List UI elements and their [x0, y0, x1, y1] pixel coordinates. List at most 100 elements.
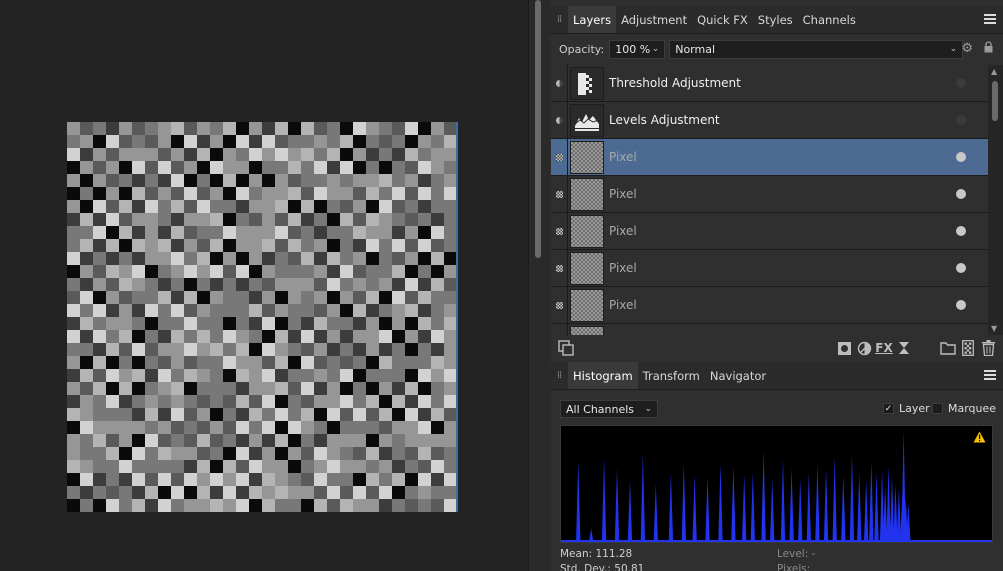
canvas-cell — [67, 395, 80, 408]
scroll-up-icon[interactable]: ▲ — [991, 67, 997, 76]
live-filter-icon[interactable] — [894, 338, 914, 358]
tab-styles[interactable]: Styles — [753, 6, 798, 33]
pixel-type-icon[interactable] — [551, 176, 568, 212]
canvas-cell — [223, 135, 236, 148]
tab-layers[interactable]: Layers — [568, 6, 617, 33]
canvas-cell — [353, 473, 366, 486]
channel-dropdown[interactable]: All Channels ⌄ — [560, 400, 658, 418]
tab-channels[interactable]: Channels — [798, 6, 861, 33]
canvas-cell — [119, 135, 132, 148]
layer-row[interactable]: Pixel — [551, 176, 988, 213]
adjustment-type-icon[interactable] — [551, 65, 568, 101]
layers-scrollbar-thumb[interactable] — [992, 81, 998, 121]
layer-checkbox[interactable]: ✓ Layer — [883, 402, 930, 415]
scroll-down-icon[interactable]: ▼ — [991, 324, 997, 333]
layer-row[interactable] — [551, 324, 988, 335]
adjustment-type-icon[interactable] — [551, 102, 568, 138]
pixel-type-icon[interactable] — [551, 139, 568, 175]
lock-icon[interactable] — [984, 41, 993, 53]
canvas-cell — [431, 395, 444, 408]
tab-adjustment[interactable]: Adjustment — [616, 6, 692, 33]
layers-scrollbar[interactable]: ▲ ▼ — [988, 65, 1003, 335]
fx-icon[interactable]: FX — [874, 338, 894, 358]
pixel-type-icon[interactable] — [551, 324, 568, 335]
blend-mode-dropdown[interactable]: Normal ⌄ — [669, 39, 964, 59]
tab-histogram[interactable]: Histogram — [568, 362, 638, 389]
canvas-cell — [431, 447, 444, 460]
canvas-cell — [119, 317, 132, 330]
canvas-cell — [366, 135, 379, 148]
canvas-cell — [431, 265, 444, 278]
canvas-cell — [392, 395, 405, 408]
canvas-cell — [67, 473, 80, 486]
canvas-cell — [314, 252, 327, 265]
canvas-cell — [353, 174, 366, 187]
mask-layer-icon[interactable] — [834, 338, 854, 358]
canvas-cell — [431, 369, 444, 382]
tab-navigator[interactable]: Navigator — [705, 362, 771, 389]
visibility-toggle[interactable] — [956, 78, 966, 88]
opacity-dropdown[interactable]: 100 % ⌄ — [609, 39, 666, 59]
grip-icon[interactable]: ⁞⁞ — [550, 6, 568, 33]
trash-icon[interactable] — [978, 338, 998, 358]
histogram-controls: All Channels ⌄ ✓ Layer Marquee — [550, 398, 1003, 420]
document-canvas[interactable] — [67, 122, 457, 512]
panel-menu-icon[interactable] — [983, 368, 997, 382]
layer-row[interactable]: Pixel — [551, 213, 988, 250]
canvas-cell — [405, 174, 418, 187]
canvas-cell — [353, 408, 366, 421]
layer-row[interactable]: Levels Adjustment — [551, 102, 988, 139]
layer-copy-icon[interactable] — [556, 338, 576, 358]
visibility-toggle[interactable] — [956, 189, 966, 199]
canvas-cell — [145, 161, 158, 174]
canvas-cell — [223, 369, 236, 382]
marquee-checkbox[interactable]: Marquee — [932, 402, 996, 415]
pixel-type-icon[interactable] — [551, 213, 568, 249]
canvas-cell — [353, 330, 366, 343]
visibility-toggle[interactable] — [956, 300, 966, 310]
canvas-cell — [197, 174, 210, 187]
canvas-cell — [80, 239, 93, 252]
canvas-cell — [366, 213, 379, 226]
canvas-cell — [93, 369, 106, 382]
warning-icon[interactable] — [973, 431, 986, 443]
visibility-toggle[interactable] — [956, 152, 966, 162]
gear-icon[interactable]: ⚙ — [961, 41, 973, 56]
adjustment-layer-icon[interactable] — [854, 338, 874, 358]
canvas-cell — [93, 252, 106, 265]
pixel-type-icon[interactable] — [551, 287, 568, 323]
visibility-toggle[interactable] — [956, 263, 966, 273]
canvas-area[interactable] — [0, 0, 528, 571]
panel-menu-icon[interactable] — [983, 12, 997, 26]
canvas-cell — [340, 460, 353, 473]
canvas-cell — [210, 317, 223, 330]
canvas-scrollbar-thumb[interactable] — [535, 0, 541, 258]
canvas-cell — [106, 291, 119, 304]
pixel-type-icon[interactable] — [551, 250, 568, 286]
canvas-cell — [262, 382, 275, 395]
grip-icon[interactable]: ⁞⁞ — [550, 362, 568, 389]
layers-list[interactable]: Threshold Adjustment Levels Adjustment Pix… — [551, 65, 988, 335]
layer-row[interactable]: Pixel — [551, 139, 988, 176]
tab-transform[interactable]: Transform — [638, 362, 705, 389]
canvas-cell — [93, 304, 106, 317]
visibility-toggle[interactable] — [956, 226, 966, 236]
layer-row[interactable]: Pixel — [551, 287, 988, 324]
histogram-tabbar: ⁞⁞ Histogram Transform Navigator — [550, 362, 1003, 390]
layer-row[interactable]: Threshold Adjustment — [551, 65, 988, 102]
pixel-layer-icon[interactable] — [958, 338, 978, 358]
canvas-cell — [236, 213, 249, 226]
visibility-toggle[interactable] — [956, 115, 966, 125]
tab-quick-fx[interactable]: Quick FX — [692, 6, 753, 33]
folder-icon[interactable] — [938, 338, 958, 358]
layer-name: Pixel — [609, 261, 637, 275]
canvas-cell — [249, 343, 262, 356]
marquee-checkbox-box[interactable] — [932, 403, 943, 414]
layer-row[interactable]: Pixel — [551, 250, 988, 287]
canvas-cell — [340, 473, 353, 486]
blend-mode-value: Normal — [675, 42, 716, 56]
canvas-cell — [301, 148, 314, 161]
canvas-cell — [67, 135, 80, 148]
canvas-cell — [223, 499, 236, 512]
layer-checkbox-box[interactable]: ✓ — [883, 403, 894, 414]
